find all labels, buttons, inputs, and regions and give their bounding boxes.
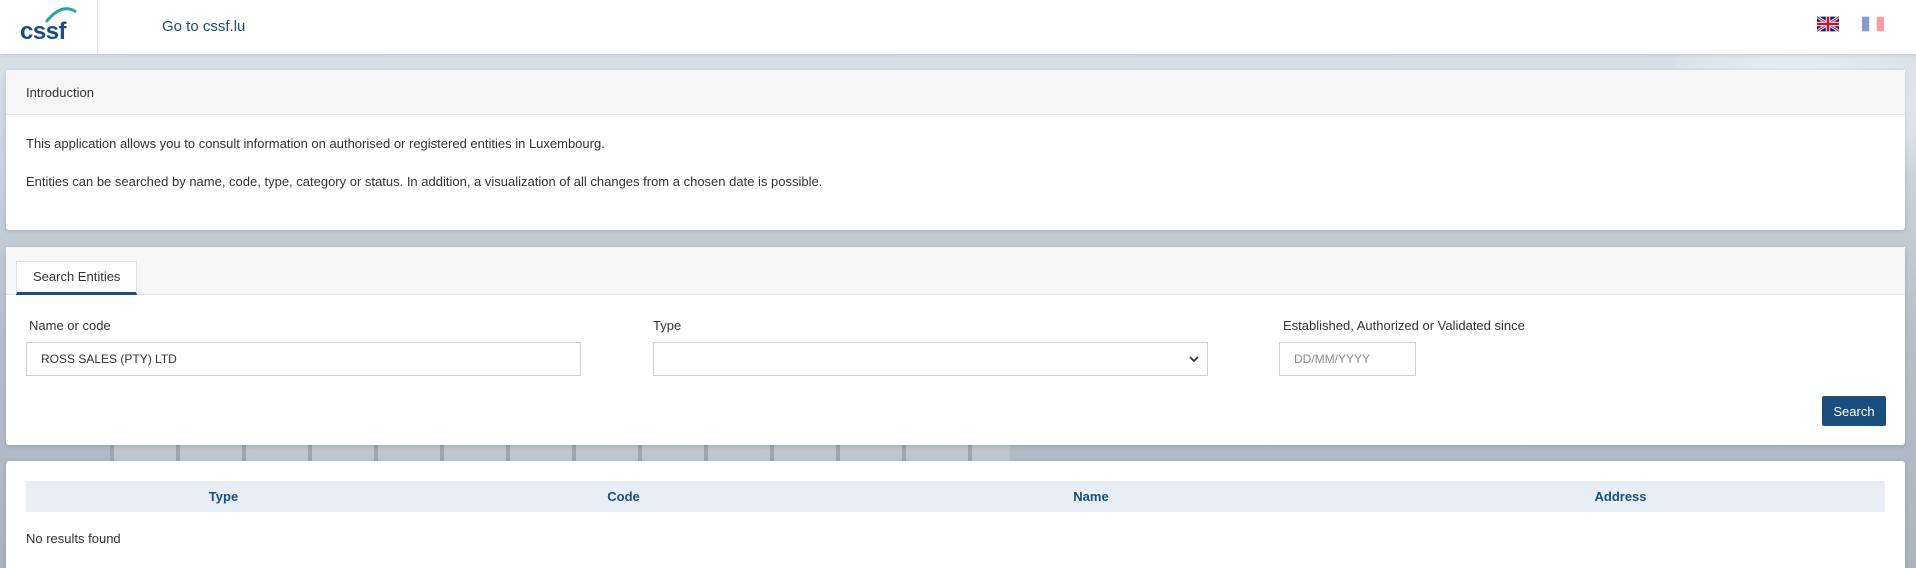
goto-cssf-link[interactable]: Go to cssf.lu bbox=[162, 18, 245, 35]
search-tabs: Search Entities bbox=[6, 247, 1905, 295]
column-header-type[interactable]: Type bbox=[26, 481, 421, 512]
uk-flag-icon[interactable] bbox=[1816, 15, 1840, 33]
france-flag-icon[interactable] bbox=[1862, 16, 1884, 32]
top-bar: cssf Go to cssf.lu bbox=[0, 0, 1916, 54]
cssf-logo[interactable]: cssf bbox=[20, 6, 80, 46]
no-results-message: No results found bbox=[26, 531, 121, 546]
results-panel: Type Code Name Address No results found bbox=[6, 461, 1905, 568]
established-since-date-input[interactable] bbox=[1279, 342, 1416, 376]
results-table-header: Type Code Name Address bbox=[26, 481, 1885, 512]
chevron-down-icon bbox=[1189, 356, 1199, 363]
introduction-body: This application allows you to consult i… bbox=[6, 115, 1905, 233]
introduction-paragraph: This application allows you to consult i… bbox=[26, 136, 605, 151]
search-button[interactable]: Search bbox=[1822, 396, 1886, 426]
search-panel: Search Entities Name or code Type Establ… bbox=[6, 247, 1905, 445]
established-since-label: Established, Authorized or Validated sin… bbox=[1283, 318, 1525, 333]
name-or-code-input[interactable] bbox=[26, 342, 581, 376]
column-header-name[interactable]: Name bbox=[826, 481, 1356, 512]
type-select[interactable] bbox=[653, 342, 1208, 376]
introduction-paragraph: Entities can be searched by name, code, … bbox=[26, 174, 823, 189]
introduction-title: Introduction bbox=[6, 70, 1905, 115]
name-or-code-label: Name or code bbox=[29, 318, 111, 333]
tab-search-entities[interactable]: Search Entities bbox=[16, 261, 138, 295]
header-divider bbox=[97, 0, 98, 54]
introduction-panel: Introduction This application allows you… bbox=[6, 70, 1905, 230]
type-label: Type bbox=[653, 318, 682, 333]
column-header-code[interactable]: Code bbox=[421, 481, 826, 512]
logo-text: cssf bbox=[20, 18, 67, 45]
column-header-address[interactable]: Address bbox=[1356, 481, 1885, 512]
